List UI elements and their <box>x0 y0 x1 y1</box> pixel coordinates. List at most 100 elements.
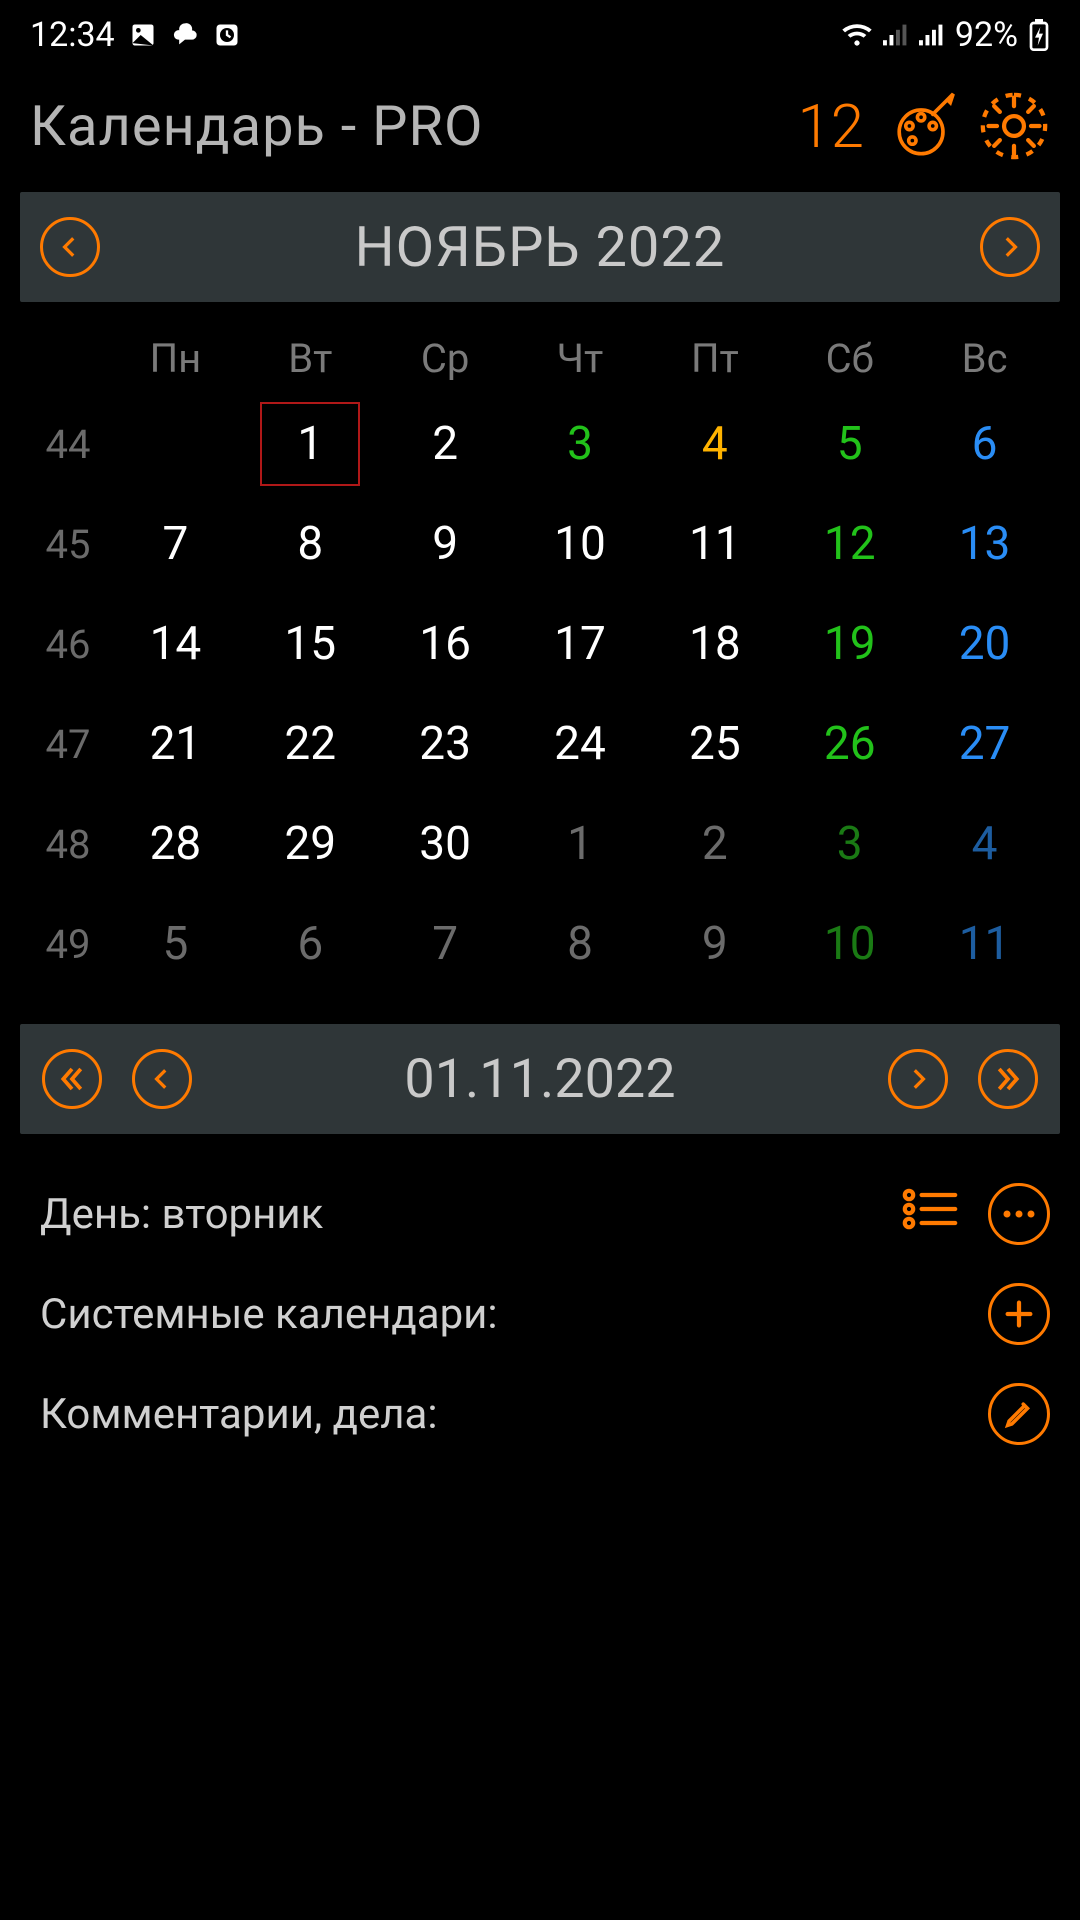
status-bar: 12:34 92% <box>0 0 1080 70</box>
cloud-icon <box>171 21 199 49</box>
day-cell[interactable]: 26 <box>782 704 917 784</box>
day-cell[interactable]: 14 <box>108 604 243 684</box>
day-cell[interactable] <box>108 404 243 484</box>
month-nav-bar: НОЯБРЬ 2022 <box>20 192 1060 302</box>
day-cell[interactable]: 28 <box>108 804 243 884</box>
day-cell[interactable]: 1 <box>260 402 360 486</box>
date-nav-bar: 01.11.2022 <box>20 1024 1060 1134</box>
today-date-badge[interactable]: 12 <box>797 91 864 162</box>
weekday-header-row: Пн Вт Ср Чт Пт Сб Вс <box>28 322 1052 394</box>
day-cell[interactable]: 5 <box>108 904 243 984</box>
day-cell[interactable]: 9 <box>378 504 513 584</box>
week-row: 482829301234 <box>28 794 1052 894</box>
app-title: Календарь - PRO <box>30 93 779 159</box>
day-cell[interactable]: 12 <box>782 504 917 584</box>
list-icon[interactable] <box>902 1186 958 1243</box>
calendar-grid: Пн Вт Ср Чт Пт Сб Вс 4412345645789101112… <box>0 302 1080 1004</box>
week-row: 4614151617181920 <box>28 594 1052 694</box>
weekday-label: Вс <box>917 335 1052 382</box>
day-cell[interactable]: 30 <box>378 804 513 884</box>
next-month-button[interactable] <box>980 217 1040 277</box>
day-cell[interactable]: 29 <box>243 804 378 884</box>
day-cell[interactable]: 25 <box>647 704 782 784</box>
next-week-button[interactable] <box>978 1049 1038 1109</box>
day-cell[interactable]: 10 <box>513 504 648 584</box>
day-info-row: День: вторник <box>40 1164 1050 1264</box>
theme-button[interactable] <box>888 90 960 162</box>
wifi-icon <box>841 21 873 49</box>
day-cell[interactable]: 10 <box>782 904 917 984</box>
app-header: Календарь - PRO 12 <box>0 70 1080 192</box>
week-row: 49567891011 <box>28 894 1052 994</box>
day-cell[interactable]: 19 <box>782 604 917 684</box>
day-cell[interactable]: 16 <box>378 604 513 684</box>
selected-date[interactable]: 01.11.2022 <box>222 1048 858 1111</box>
weekday-label: Сб <box>782 335 917 382</box>
week-number: 47 <box>28 721 108 768</box>
day-cell[interactable]: 20 <box>917 604 1052 684</box>
system-calendars-row: Системные календари: <box>40 1264 1050 1364</box>
comments-row: Комментарии, дела: <box>40 1364 1050 1464</box>
day-cell[interactable]: 1 <box>513 804 648 884</box>
day-cell[interactable]: 2 <box>647 804 782 884</box>
prev-week-button[interactable] <box>42 1049 102 1109</box>
system-calendars-label: Системные календари: <box>40 1290 988 1339</box>
day-cell[interactable]: 6 <box>243 904 378 984</box>
status-left: 12:34 <box>30 15 241 55</box>
settings-button[interactable] <box>978 90 1050 162</box>
weekday-label: Пн <box>108 335 243 382</box>
signal1-icon <box>883 22 909 48</box>
day-cell[interactable]: 2 <box>378 404 513 484</box>
day-cell[interactable]: 22 <box>243 704 378 784</box>
day-cell[interactable]: 8 <box>513 904 648 984</box>
day-cell[interactable]: 21 <box>108 704 243 784</box>
day-cell[interactable]: 23 <box>378 704 513 784</box>
prev-day-button[interactable] <box>132 1049 192 1109</box>
status-battery: 92% <box>955 15 1018 55</box>
next-day-button[interactable] <box>888 1049 948 1109</box>
status-time: 12:34 <box>30 15 115 55</box>
day-cell[interactable]: 11 <box>917 904 1052 984</box>
prev-month-button[interactable] <box>40 217 100 277</box>
weekday-label: Вт <box>243 335 378 382</box>
battery-icon <box>1028 19 1050 51</box>
info-section: День: вторник Системные календари: Комме… <box>0 1134 1080 1464</box>
day-cell[interactable]: 11 <box>647 504 782 584</box>
day-cell[interactable]: 27 <box>917 704 1052 784</box>
day-cell[interactable]: 8 <box>243 504 378 584</box>
edit-comment-button[interactable] <box>988 1383 1050 1445</box>
day-cell[interactable]: 7 <box>108 504 243 584</box>
signal2-icon <box>919 22 945 48</box>
week-row: 4721222324252627 <box>28 694 1052 794</box>
day-cell[interactable]: 5 <box>782 404 917 484</box>
day-cell[interactable]: 9 <box>647 904 782 984</box>
day-cell[interactable]: 13 <box>917 504 1052 584</box>
day-cell[interactable]: 24 <box>513 704 648 784</box>
clock-icon <box>213 21 241 49</box>
week-number: 49 <box>28 921 108 968</box>
day-cell[interactable]: 6 <box>917 404 1052 484</box>
week-number: 44 <box>28 421 108 468</box>
status-right: 92% <box>841 15 1050 55</box>
day-cell[interactable]: 18 <box>647 604 782 684</box>
week-number: 45 <box>28 521 108 568</box>
day-cell[interactable]: 4 <box>917 804 1052 884</box>
day-of-week-label: День: вторник <box>40 1190 902 1239</box>
day-cell[interactable]: 17 <box>513 604 648 684</box>
add-calendar-button[interactable] <box>988 1283 1050 1345</box>
weekday-label: Чт <box>513 335 648 382</box>
day-cell[interactable]: 15 <box>243 604 378 684</box>
comments-label: Комментарии, дела: <box>40 1390 988 1439</box>
more-button[interactable] <box>988 1183 1050 1245</box>
picture-icon <box>129 21 157 49</box>
week-number: 48 <box>28 821 108 868</box>
week-number: 46 <box>28 621 108 668</box>
week-row: 4578910111213 <box>28 494 1052 594</box>
month-title[interactable]: НОЯБРЬ 2022 <box>100 214 980 280</box>
day-cell[interactable]: 7 <box>378 904 513 984</box>
day-cell[interactable]: 3 <box>513 404 648 484</box>
weekday-label: Ср <box>378 335 513 382</box>
day-cell[interactable]: 3 <box>782 804 917 884</box>
day-cell[interactable]: 4 <box>647 404 782 484</box>
weekday-label: Пт <box>647 335 782 382</box>
